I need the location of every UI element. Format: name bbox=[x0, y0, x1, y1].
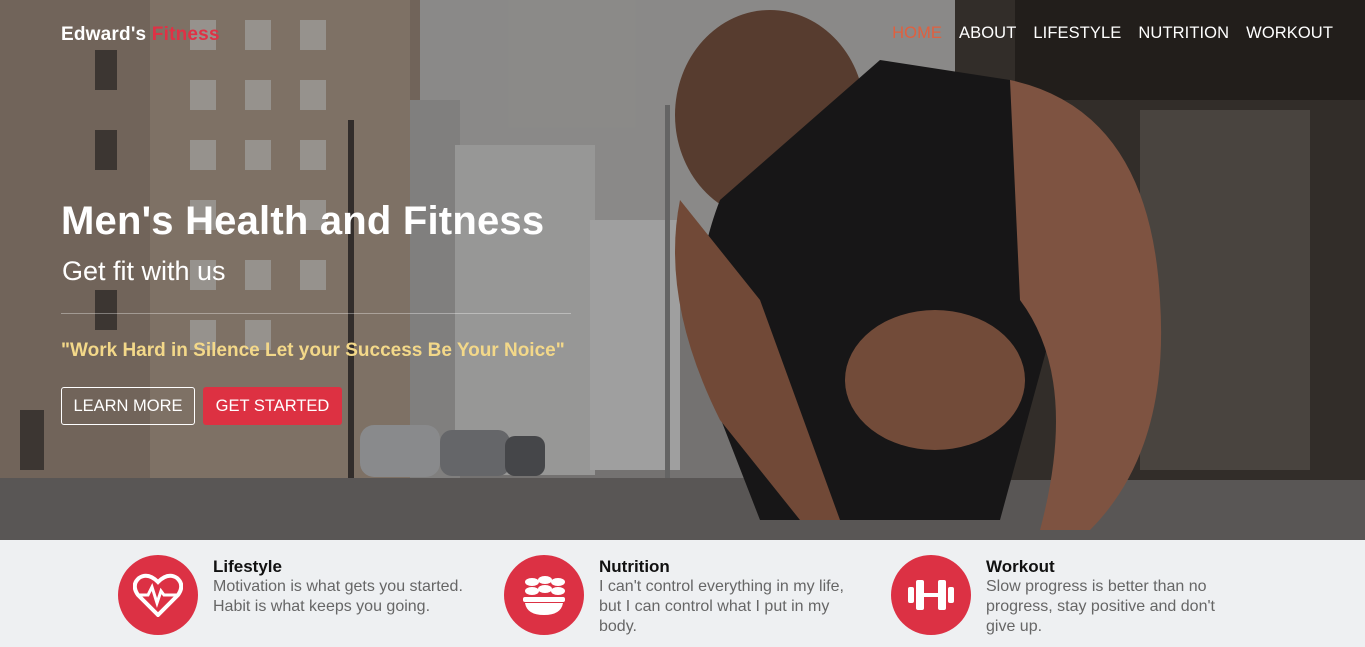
hero-title: Men's Health and Fitness bbox=[61, 199, 545, 243]
feature-lifestyle: Lifestyle Motivation is what gets you st… bbox=[118, 555, 478, 635]
feature-title: Lifestyle bbox=[213, 557, 282, 576]
heart-pulse-icon bbox=[118, 555, 198, 635]
brand-logo[interactable]: Edward's Fitness bbox=[61, 24, 220, 46]
dumbbell-icon bbox=[891, 555, 971, 635]
feature-desc: I can't control everything in my life, b… bbox=[599, 578, 844, 635]
nav-home[interactable]: HOME bbox=[892, 24, 942, 43]
feature-title: Nutrition bbox=[599, 557, 670, 576]
feature-workout: Workout Slow progress is better than no … bbox=[891, 555, 1246, 637]
get-started-button[interactable]: GET STARTED bbox=[203, 387, 342, 425]
hero-subtitle: Get fit with us bbox=[62, 256, 226, 286]
nav-workout[interactable]: WORKOUT bbox=[1246, 24, 1333, 43]
hero-divider bbox=[61, 313, 571, 314]
nav-lifestyle[interactable]: LIFESTYLE bbox=[1033, 24, 1121, 43]
brand-accent: Fitness bbox=[151, 24, 220, 45]
hero-quote: "Work Hard in Silence Let your Success B… bbox=[61, 340, 565, 361]
nav-nutrition[interactable]: NUTRITION bbox=[1138, 24, 1229, 43]
brand-name: Edward's bbox=[61, 24, 147, 45]
learn-more-button[interactable]: LEARN MORE bbox=[61, 387, 195, 425]
features-section: Lifestyle Motivation is what gets you st… bbox=[0, 540, 1365, 647]
feature-nutrition: Nutrition I can't control everything in … bbox=[504, 555, 869, 637]
feature-title: Workout bbox=[986, 557, 1055, 576]
food-bowl-icon bbox=[504, 555, 584, 635]
feature-desc: Slow progress is better than no progress… bbox=[986, 578, 1215, 635]
hero-section: Edward's Fitness HOME ABOUT LIFESTYLE NU… bbox=[0, 0, 1365, 540]
main-nav: HOME ABOUT LIFESTYLE NUTRITION WORKOUT bbox=[892, 24, 1333, 43]
feature-desc: Motivation is what gets you started. Hab… bbox=[213, 578, 463, 615]
nav-about[interactable]: ABOUT bbox=[959, 24, 1016, 43]
